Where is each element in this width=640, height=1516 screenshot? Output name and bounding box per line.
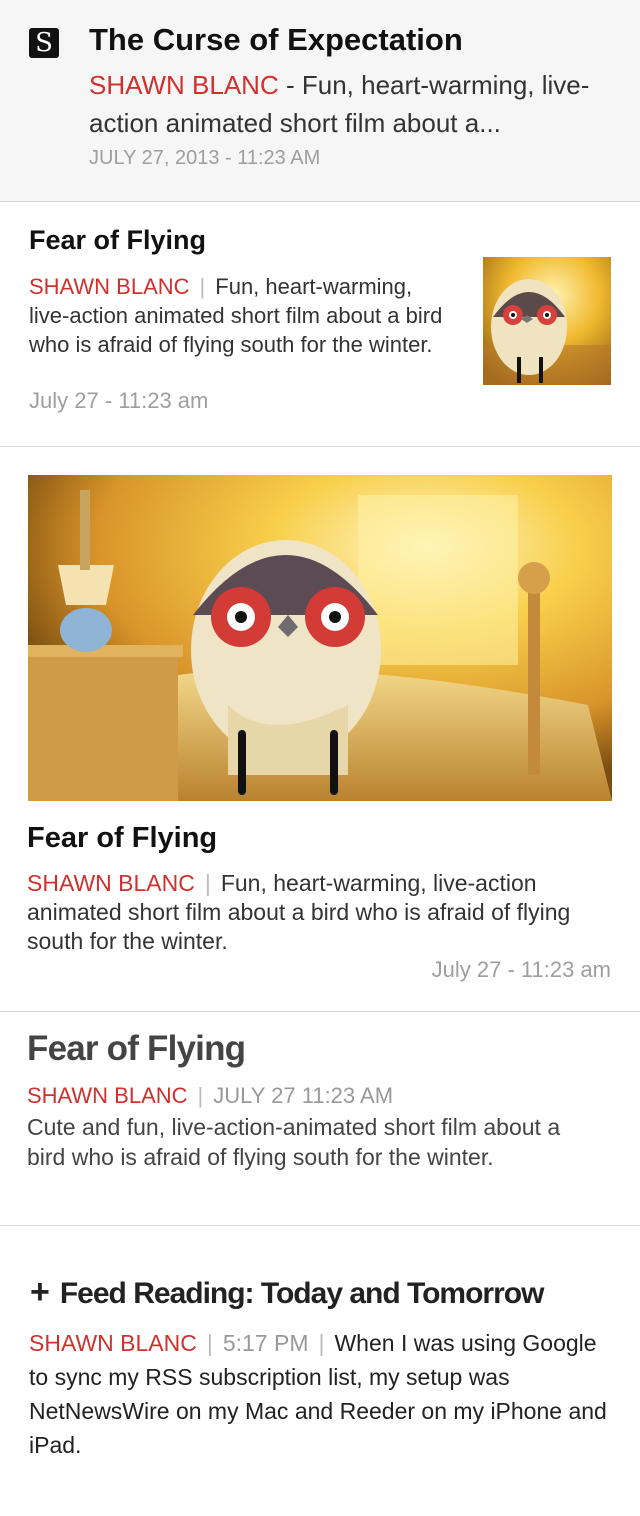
- item-summary: Cute and fun, live-action-animated short…: [27, 1114, 561, 1170]
- site-badge-icon: S: [29, 28, 59, 58]
- item-summary-block: SHAWN BLANC | Fun, heart-warming, live-act…: [27, 869, 617, 956]
- item-separator: |: [197, 1083, 204, 1108]
- item-date: JULY 27, 2013 - 11:23 AM: [89, 147, 321, 169]
- item-title: The Curse of Expectation: [89, 22, 463, 57]
- item-date: JULY 27 11:23 AM: [213, 1083, 394, 1108]
- item-title: Fear of Flying: [29, 225, 207, 255]
- plus-icon: +: [30, 1273, 50, 1311]
- item-meta: SHAWN BLANC | JULY 27 11:23 AM: [27, 1083, 393, 1109]
- feed-item-curse-of-expectation[interactable]: S The Curse of Expectation SHAWN BLANC -…: [0, 0, 640, 202]
- item-title: Fear of Flying: [27, 1029, 246, 1068]
- item-separator: -: [285, 70, 295, 100]
- item-summary-block: SHAWN BLANC - Fun, heart-warming, live-a…: [89, 66, 609, 142]
- item-title: Fear of Flying: [27, 822, 218, 854]
- item-separator: |: [206, 1330, 213, 1356]
- item-author: SHAWN BLANC: [29, 274, 190, 299]
- item-author: SHAWN BLANC: [29, 1330, 197, 1356]
- item-author: SHAWN BLANC: [89, 70, 279, 100]
- item-summary-block: SHAWN BLANC | Fun, heart-warming, live-act…: [29, 272, 454, 359]
- item-author: SHAWN BLANC: [27, 1083, 188, 1108]
- item-title: Feed Reading: Today and Tomorrow: [59, 1277, 545, 1310]
- item-time: 5:17 PM: [222, 1330, 309, 1356]
- item-author: SHAWN BLANC: [27, 870, 195, 896]
- item-date: July 27 - 11:23 am: [431, 957, 611, 982]
- item-separator: |: [318, 1330, 325, 1356]
- item-summary-block: SHAWN BLANC | 5:17 PM | When I was using Goo…: [29, 1326, 619, 1462]
- item-separator: |: [199, 274, 206, 299]
- item-separator: |: [204, 870, 211, 896]
- bird-thumbnail-image[interactable]: [483, 257, 611, 385]
- bird-hero-image[interactable]: [28, 475, 612, 801]
- feed-item-feed-reading[interactable]: + Feed Reading: Today and Tomorrow: [30, 1273, 545, 1312]
- item-date: July 27 - 11:23 am: [29, 388, 209, 413]
